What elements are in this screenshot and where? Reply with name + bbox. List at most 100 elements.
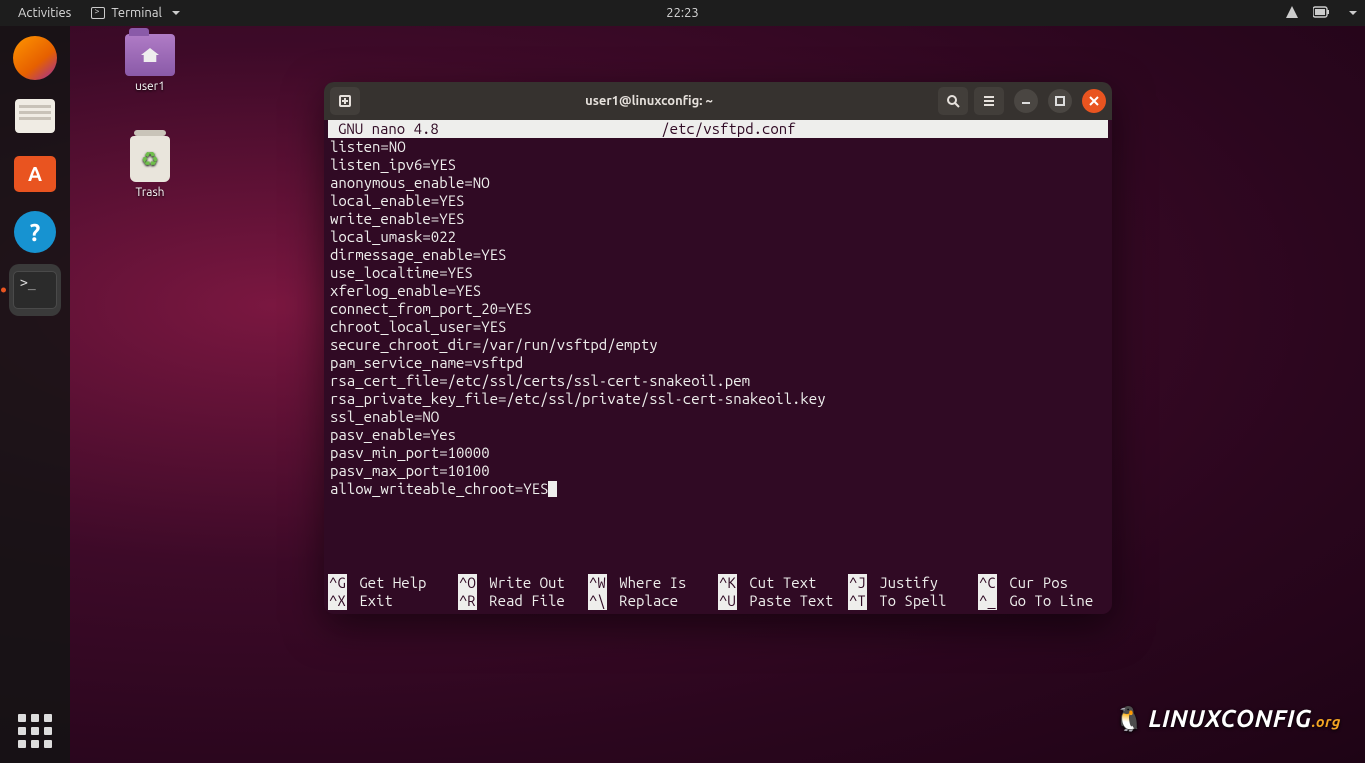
nano-shortcut-key: ^K bbox=[718, 574, 737, 592]
nano-shortcut: ^X Exit bbox=[328, 592, 458, 610]
nano-shortcut-label: Where Is bbox=[611, 574, 687, 592]
nano-line: chroot_local_user=YES bbox=[330, 318, 1106, 336]
app-menu-label: Terminal bbox=[111, 6, 162, 20]
desktop-icon-home[interactable]: user1 bbox=[110, 34, 190, 93]
cursor bbox=[548, 481, 557, 497]
software-icon bbox=[14, 156, 56, 192]
nano-line: ssl_enable=NO bbox=[330, 408, 1106, 426]
network-icon bbox=[1285, 5, 1299, 22]
dock-app-software[interactable] bbox=[9, 148, 61, 200]
help-icon: ? bbox=[14, 211, 56, 253]
top-panel: Activities Terminal 22:23 bbox=[0, 0, 1365, 26]
nano-line: listen=NO bbox=[330, 138, 1106, 156]
nano-app-name: GNU nano 4.8 bbox=[328, 120, 439, 138]
nano-shortcut: ^\ Replace bbox=[588, 592, 718, 610]
nano-shortcut-key: ^\ bbox=[588, 592, 607, 610]
nano-shortcut-label: Read File bbox=[481, 592, 565, 610]
new-tab-button[interactable] bbox=[330, 87, 360, 115]
nano-shortcut: ^C Cur Pos bbox=[978, 574, 1108, 592]
nano-shortcut-key: ^T bbox=[848, 592, 867, 610]
minimize-button[interactable] bbox=[1014, 89, 1038, 113]
watermark-logo: 🐧LINUXCONFIG.org bbox=[1114, 705, 1341, 733]
app-menu[interactable]: Terminal bbox=[81, 6, 190, 20]
nano-line: pasv_enable=Yes bbox=[330, 426, 1106, 444]
nano-footer: ^G Get Help^O Write Out^W Where Is^K Cut… bbox=[328, 574, 1108, 610]
nano-shortcut: ^K Cut Text bbox=[718, 574, 848, 592]
nano-line: pam_service_name=vsftpd bbox=[330, 354, 1106, 372]
battery-icon bbox=[1313, 6, 1331, 21]
clock[interactable]: 22:23 bbox=[666, 6, 699, 20]
window-title: user1@linuxconfig: ~ bbox=[366, 94, 932, 108]
nano-line: xferlog_enable=YES bbox=[330, 282, 1106, 300]
desktop-icon-label: user1 bbox=[135, 80, 165, 93]
nano-line: dirmessage_enable=YES bbox=[330, 246, 1106, 264]
dock-app-files[interactable] bbox=[9, 90, 61, 142]
nano-file-name: /etc/vsftpd.conf bbox=[439, 120, 1018, 138]
nano-shortcut-label: Replace bbox=[611, 592, 678, 610]
nano-header: GNU nano 4.8 /etc/vsftpd.conf bbox=[328, 120, 1108, 138]
nano-line: allow_writeable_chroot=YES bbox=[330, 480, 1106, 498]
nano-shortcut: ^G Get Help bbox=[328, 574, 458, 592]
nano-shortcut: ^_ Go To Line bbox=[978, 592, 1108, 610]
terminal-icon bbox=[91, 7, 105, 19]
nano-line: connect_from_port_20=YES bbox=[330, 300, 1106, 318]
nano-shortcut-key: ^_ bbox=[978, 592, 997, 610]
nano-shortcut-key: ^X bbox=[328, 592, 347, 610]
nano-shortcut-label: Justify bbox=[871, 574, 938, 592]
nano-shortcut-label: Cut Text bbox=[741, 574, 817, 592]
nano-line: pasv_max_port=10100 bbox=[330, 462, 1106, 480]
nano-line: anonymous_enable=NO bbox=[330, 174, 1106, 192]
dock-app-firefox[interactable] bbox=[9, 32, 61, 84]
dock-app-help[interactable]: ? bbox=[9, 206, 61, 258]
nano-shortcut: ^R Read File bbox=[458, 592, 588, 610]
nano-shortcut-label: Get Help bbox=[351, 574, 427, 592]
nano-shortcut: ^W Where Is bbox=[588, 574, 718, 592]
nano-shortcut: ^U Paste Text bbox=[718, 592, 848, 610]
nano-shortcut-key: ^R bbox=[458, 592, 477, 610]
files-icon bbox=[15, 99, 55, 133]
terminal-window: user1@linuxconfig: ~ GNU nano 4.8 /etc/v… bbox=[324, 82, 1112, 614]
nano-line: write_enable=YES bbox=[330, 210, 1106, 228]
desktop-icon-trash[interactable]: Trash bbox=[110, 136, 190, 199]
nano-line: use_localtime=YES bbox=[330, 264, 1106, 282]
firefox-icon bbox=[13, 36, 57, 80]
nano-shortcut-label: Write Out bbox=[481, 574, 565, 592]
nano-shortcut-key: ^O bbox=[458, 574, 477, 592]
chevron-down-icon bbox=[1349, 11, 1357, 15]
search-button[interactable] bbox=[938, 87, 968, 115]
close-button[interactable] bbox=[1082, 89, 1106, 113]
dock-app-terminal[interactable] bbox=[9, 264, 61, 316]
maximize-button[interactable] bbox=[1048, 89, 1072, 113]
nano-line: rsa_cert_file=/etc/ssl/certs/ssl-cert-sn… bbox=[330, 372, 1106, 390]
nano-shortcut-label: To Spell bbox=[871, 592, 947, 610]
desktop-icon-label: Trash bbox=[135, 186, 164, 199]
folder-icon bbox=[125, 34, 175, 76]
nano-line: listen_ipv6=YES bbox=[330, 156, 1106, 174]
nano-shortcut-key: ^U bbox=[718, 592, 737, 610]
chevron-down-icon bbox=[172, 11, 180, 15]
nano-shortcut-label: Cur Pos bbox=[1001, 574, 1068, 592]
nano-line: local_umask=022 bbox=[330, 228, 1106, 246]
dock: ? bbox=[0, 26, 70, 763]
nano-shortcut-key: ^G bbox=[328, 574, 347, 592]
nano-shortcut: ^O Write Out bbox=[458, 574, 588, 592]
nano-shortcut-label: Paste Text bbox=[741, 592, 833, 610]
show-applications-button[interactable] bbox=[17, 713, 53, 749]
nano-line: pasv_min_port=10000 bbox=[330, 444, 1106, 462]
nano-shortcut-key: ^W bbox=[588, 574, 607, 592]
trash-icon bbox=[130, 136, 170, 182]
nano-shortcut-key: ^C bbox=[978, 574, 997, 592]
nano-line: rsa_private_key_file=/etc/ssl/private/ss… bbox=[330, 390, 1106, 408]
menu-button[interactable] bbox=[974, 87, 1004, 115]
activities-button[interactable]: Activities bbox=[8, 6, 81, 20]
terminal-icon bbox=[13, 271, 57, 309]
status-area[interactable] bbox=[1285, 5, 1357, 22]
nano-line: secure_chroot_dir=/var/run/vsftpd/empty bbox=[330, 336, 1106, 354]
nano-shortcut-label: Exit bbox=[351, 592, 393, 610]
nano-content[interactable]: listen=NOlisten_ipv6=YESanonymous_enable… bbox=[328, 138, 1108, 498]
titlebar[interactable]: user1@linuxconfig: ~ bbox=[324, 82, 1112, 120]
nano-shortcut: ^T To Spell bbox=[848, 592, 978, 610]
penguin-icon: 🐧 bbox=[1114, 705, 1144, 732]
terminal-body[interactable]: GNU nano 4.8 /etc/vsftpd.conf listen=NOl… bbox=[324, 120, 1112, 614]
nano-line: local_enable=YES bbox=[330, 192, 1106, 210]
